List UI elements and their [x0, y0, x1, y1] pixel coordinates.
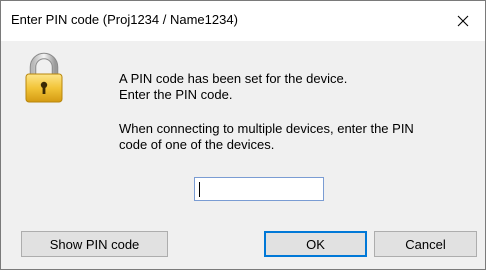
ok-button[interactable]: OK [264, 231, 367, 257]
pin-dialog: Enter PIN code (Proj1234 / Name1234) A P… [0, 0, 486, 270]
padlock-icon [25, 52, 63, 103]
message-line-4: code of one of the devices. [119, 137, 275, 152]
message-line-2: Enter the PIN code. [119, 87, 233, 102]
cancel-button[interactable]: Cancel [374, 231, 477, 257]
show-pin-code-button[interactable]: Show PIN code [21, 231, 168, 257]
close-button[interactable] [441, 1, 485, 41]
text-caret [199, 182, 200, 197]
message-line-1: A PIN code has been set for the device. [119, 71, 348, 86]
dialog-message: A PIN code has been set for the device. … [119, 71, 479, 153]
message-line-3: When connecting to multiple devices, ent… [119, 121, 414, 136]
title-bar: Enter PIN code (Proj1234 / Name1234) [1, 1, 485, 41]
close-icon [457, 15, 469, 27]
pin-code-input[interactable] [194, 177, 324, 201]
dialog-title: Enter PIN code (Proj1234 / Name1234) [11, 12, 238, 27]
